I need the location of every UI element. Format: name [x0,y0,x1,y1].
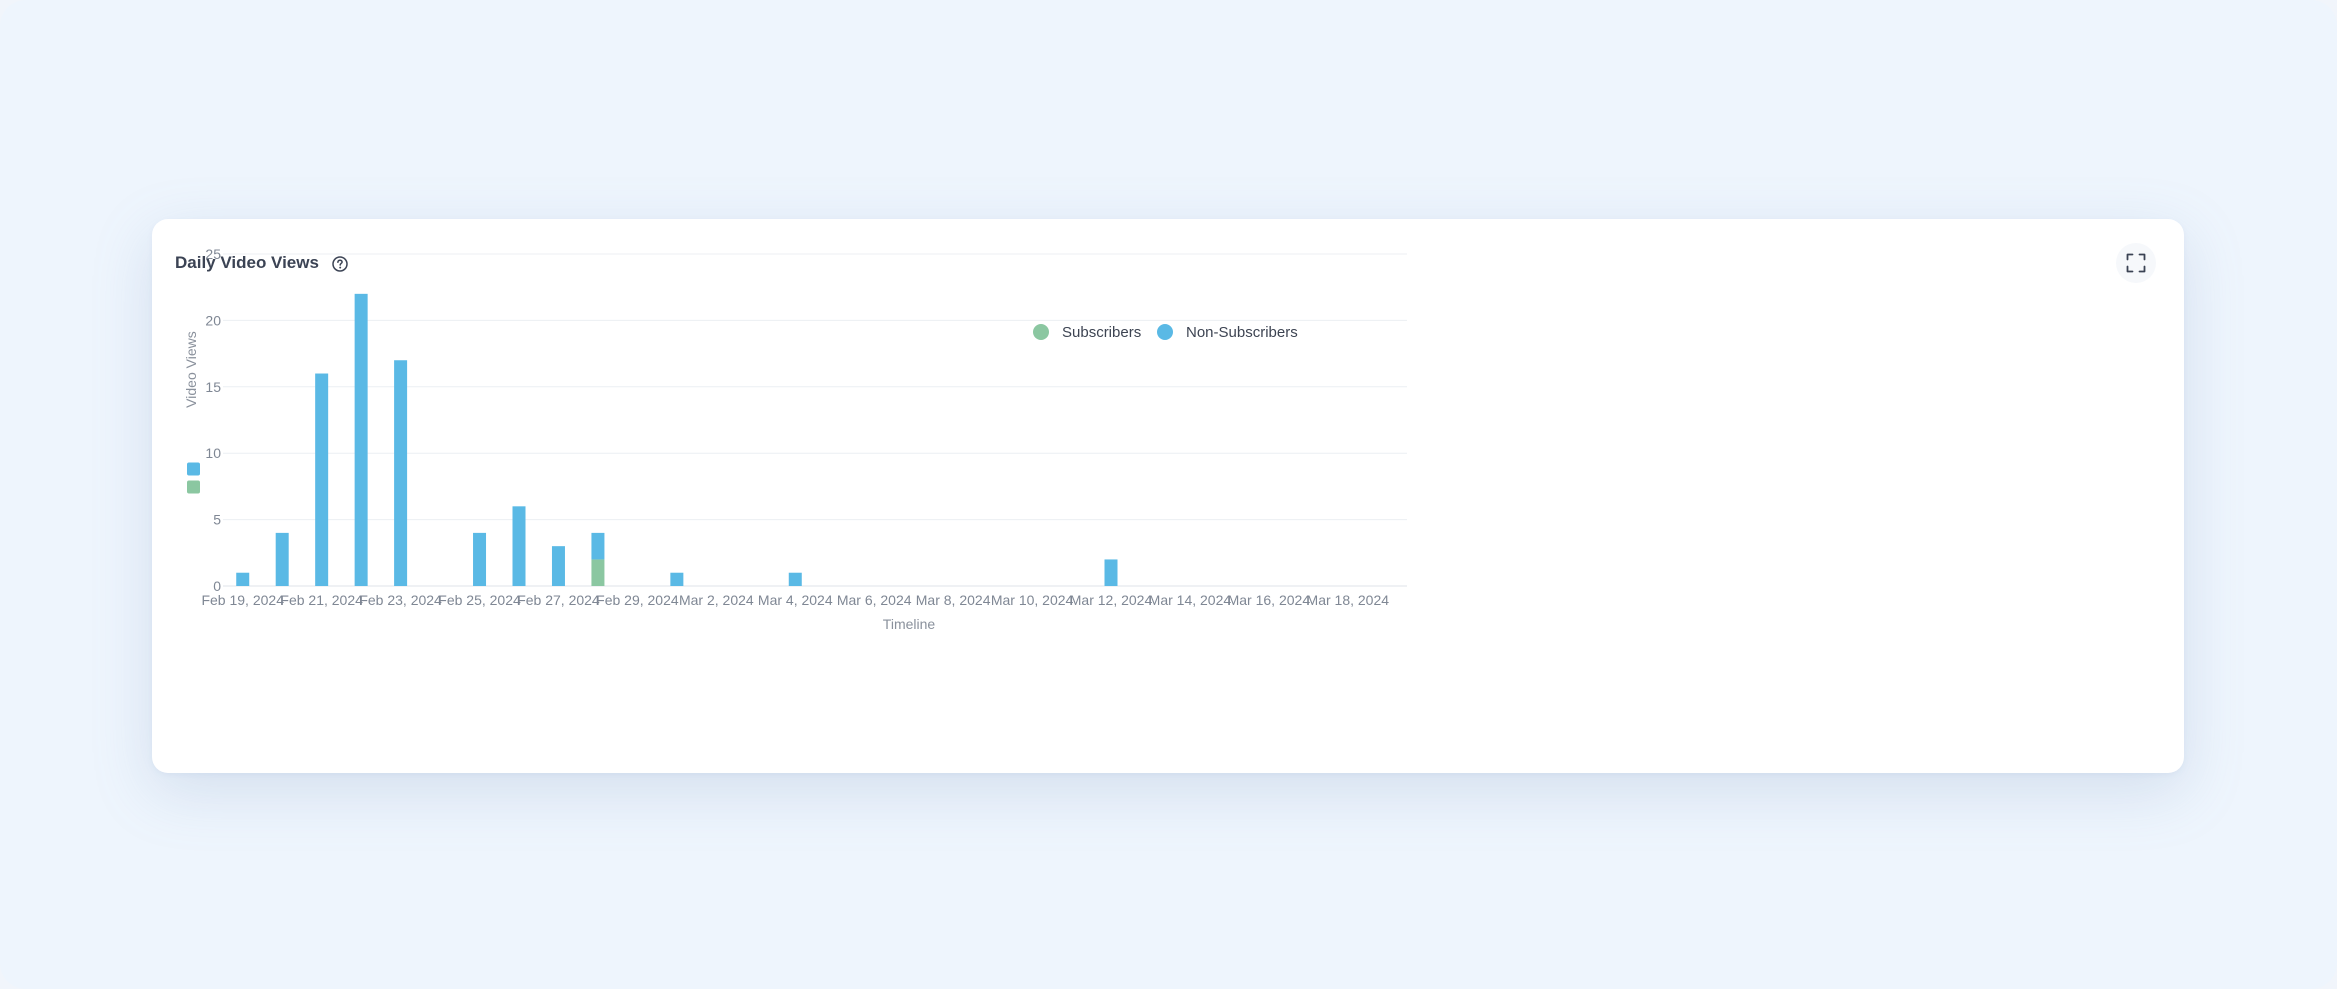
x-tick-label: Mar 2, 2024 [679,592,754,608]
x-tick-label: Mar 16, 2024 [1228,592,1311,608]
bar-non-subscribers-9[interactable] [591,532,605,560]
bar-non-subscribers-22[interactable] [1104,559,1118,586]
y-axis-series-swatches [187,462,200,494]
x-tick-label: Mar 10, 2024 [991,592,1074,608]
bars [236,293,1118,586]
x-tick-label: Mar 18, 2024 [1307,592,1390,608]
x-axis-title: Timeline [883,616,936,632]
bar-non-subscribers-8[interactable] [551,546,565,586]
x-tick-label: Feb 27, 2024 [517,592,600,608]
page-background: Daily Video Views 0 5 10 15 20 25 Feb 19, 202… [0,0,2337,989]
x-tick-label: Feb 25, 2024 [438,592,521,608]
bar-non-subscribers-0[interactable] [236,572,250,586]
bar-non-subscribers-11[interactable] [670,572,684,586]
x-tick-label: Mar 14, 2024 [1149,592,1232,608]
bar-chart: 0510152025 Feb 19, 2024Feb 21, 2024Feb 2… [183,246,1407,632]
legend-marker-subscribers [1033,324,1049,340]
legend-label-non-subscribers: Non-Subscribers [1186,324,1298,341]
y-axis-ticks: 0510152025 [205,246,221,594]
bar-non-subscribers-1[interactable] [275,532,289,586]
x-tick-label: Mar 6, 2024 [837,592,912,608]
x-tick-label: Feb 29, 2024 [596,592,679,608]
x-tick-label: Feb 19, 2024 [201,592,284,608]
y-tick-label: 25 [205,246,221,262]
y-swatch-subscribers [187,480,200,494]
bar-non-subscribers-6[interactable] [473,532,487,586]
bar-non-subscribers-7[interactable] [512,506,526,586]
y-tick-label: 15 [205,379,221,395]
legend-label-subscribers: Subscribers [1062,324,1141,341]
y-axis-title: Video Views [183,331,199,408]
legend-item-non-subscribers[interactable]: Non-Subscribers [1157,324,1298,341]
legend-marker-non-subscribers [1157,324,1173,340]
x-tick-label: Feb 23, 2024 [359,592,442,608]
x-axis-ticks: Feb 19, 2024Feb 21, 2024Feb 23, 2024Feb … [201,592,1389,608]
y-tick-label: 10 [205,445,221,461]
x-tick-label: Feb 21, 2024 [280,592,363,608]
daily-video-views-card: Daily Video Views 0 5 10 15 20 25 Feb 19, 202… [152,219,2184,773]
legend-item-subscribers[interactable]: Subscribers [1033,324,1141,341]
bar-non-subscribers-4[interactable] [394,360,408,586]
y-tick-label: 20 [205,312,221,328]
x-tick-label: Mar 4, 2024 [758,592,833,608]
x-tick-label: Mar 8, 2024 [916,592,991,608]
y-swatch-non-subscribers [187,462,200,476]
y-tick-label: 5 [213,512,221,528]
bar-non-subscribers-14[interactable] [788,572,802,586]
bar-non-subscribers-2[interactable] [315,373,329,586]
x-tick-label: Mar 12, 2024 [1070,592,1153,608]
bar-non-subscribers-3[interactable] [354,293,368,586]
legend: Subscribers Non-Subscribers [1033,324,1298,341]
bar-subscribers-9[interactable] [591,559,605,586]
